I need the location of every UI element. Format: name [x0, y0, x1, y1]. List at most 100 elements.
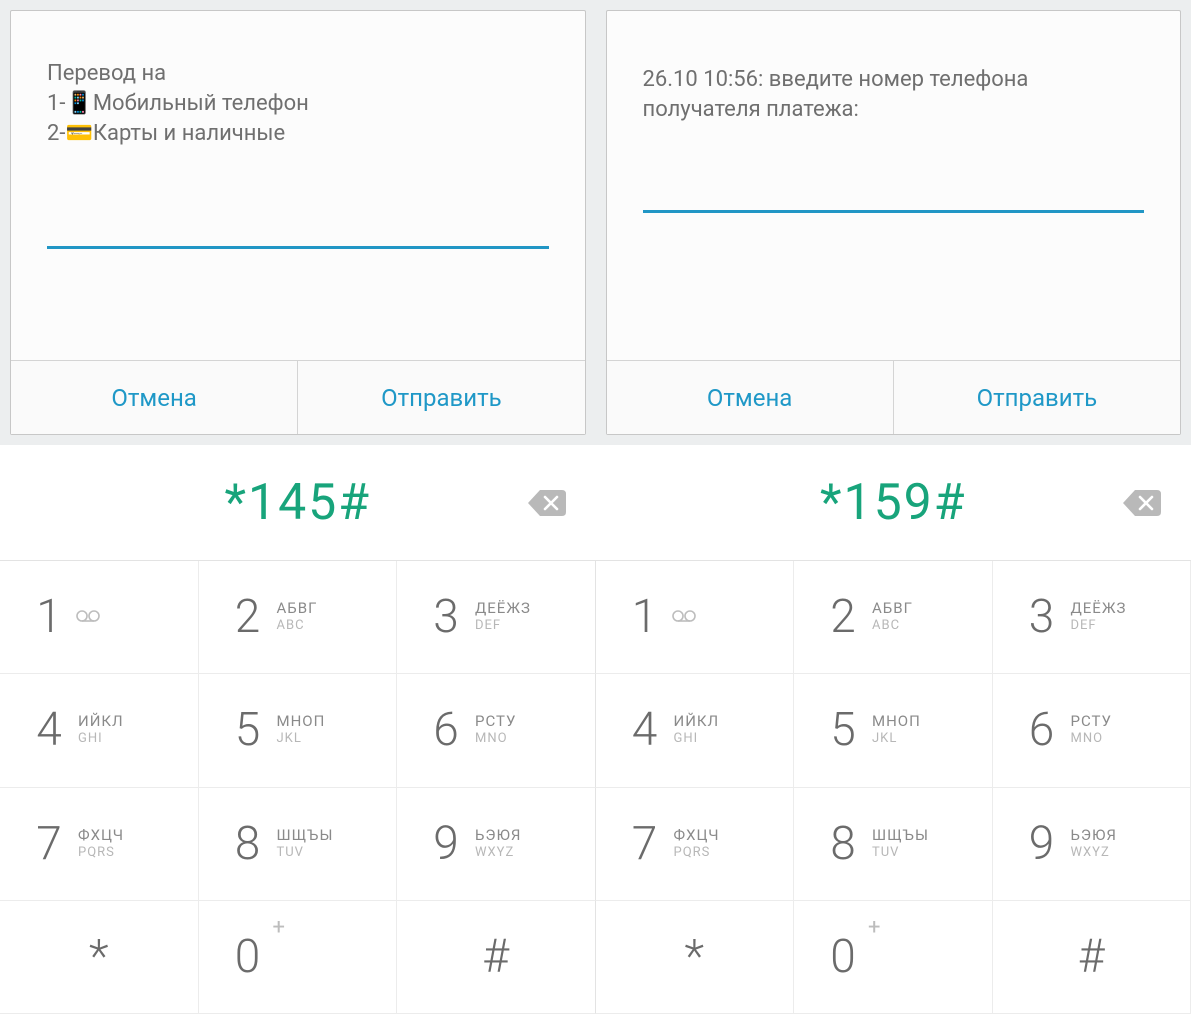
key-label-en: GHI	[674, 730, 720, 748]
keypad-key-*[interactable]: *	[596, 901, 795, 1014]
key-labels: МНОПJKL	[872, 712, 921, 748]
dialed-number: *159#	[820, 474, 967, 532]
ussd-line: получателя платежа:	[643, 95, 1145, 125]
keypad-key-5[interactable]: 5 МНОПJKL	[794, 674, 993, 787]
keypad-key-*[interactable]: *	[0, 901, 199, 1014]
keypad-key-9[interactable]: 9ЬЭЮЯWXYZ	[397, 788, 596, 901]
key-digit: *	[89, 930, 109, 984]
key-digit: 2	[824, 590, 862, 644]
key-plus: +	[868, 915, 880, 940]
key-digit: #	[482, 930, 509, 984]
key-label-en: ABC	[872, 617, 913, 635]
keypad-key-7[interactable]: 7ФХЦЧPQRS	[0, 788, 199, 901]
key-labels: МНОПJKL	[277, 712, 326, 748]
dialog-actions: Отмена Отправить	[607, 360, 1181, 434]
key-digit: *	[684, 930, 704, 984]
backspace-button[interactable]	[1123, 490, 1161, 516]
key-label-ru: ШЩЪЫ	[872, 826, 929, 844]
key-digit: 6	[427, 703, 465, 757]
ussd-message: Перевод на 1-📱Мобильный телефон 2-💳Карты…	[47, 59, 549, 149]
keypad-key-8[interactable]: 8 ШЩЪЫTUV	[794, 788, 993, 901]
cancel-button[interactable]: Отмена	[607, 361, 893, 434]
key-label-ru: РСТУ	[475, 712, 516, 730]
ussd-dialogs-row: Перевод на 1-📱Мобильный телефон 2-💳Карты…	[0, 0, 1191, 445]
key-labels: ФХЦЧPQRS	[674, 826, 720, 862]
key-labels: ИЙКЛGHI	[674, 712, 720, 748]
key-labels: ШЩЪЫTUV	[872, 826, 929, 862]
keypad-key-2[interactable]: 2 АБВГABC	[199, 561, 398, 674]
key-digit: 0	[824, 930, 862, 984]
key-digit: 5	[824, 703, 862, 757]
key-digit: 8	[824, 817, 862, 871]
key-label-en: JKL	[872, 730, 921, 748]
cancel-button[interactable]: Отмена	[11, 361, 297, 434]
keypad-key-0[interactable]: 0+	[199, 901, 398, 1014]
key-label-en: MNO	[475, 730, 516, 748]
key-label-ru: АБВГ	[277, 599, 318, 617]
keypad-key-6[interactable]: 6 РСТУMNO	[397, 674, 596, 787]
key-digit: 9	[1023, 817, 1061, 871]
key-labels: РСТУMNO	[1071, 712, 1112, 748]
key-labels: ШЩЪЫTUV	[277, 826, 334, 862]
voicemail-icon	[76, 608, 100, 627]
keypad-key-5[interactable]: 5 МНОПJKL	[199, 674, 398, 787]
keypad-key-1[interactable]: 1	[596, 561, 795, 674]
key-digit: 3	[1023, 590, 1061, 644]
key-label-en: ABC	[277, 617, 318, 635]
keypad-key-9[interactable]: 9 ЬЭЮЯWXYZ	[993, 788, 1191, 901]
key-digit: 5	[229, 703, 267, 757]
key-label-ru: ДЕЁЖЗ	[475, 599, 531, 617]
keypad-key-3[interactable]: 3 ДЕЁЖЗDEF	[993, 561, 1191, 674]
ussd-message: 26.10 10:56: введите номер телефона полу…	[643, 65, 1145, 125]
key-label-en: TUV	[872, 844, 929, 862]
keypad-key-1[interactable]: 1	[0, 561, 199, 674]
key-digit: 7	[30, 817, 68, 871]
key-labels: ДЕЁЖЗDEF	[1071, 599, 1127, 635]
ussd-line: Перевод на	[47, 59, 549, 89]
keypad-key-0[interactable]: 0+	[794, 901, 993, 1014]
key-label-ru: МНОП	[872, 712, 921, 730]
keypad-right: 12АБВГABC 3 ДЕЁЖЗDEF 4ИЙКЛGHI 5 МНОПJKL 6 РСТУM…	[596, 561, 1191, 1014]
key-label-ru: ИЙКЛ	[674, 712, 720, 730]
keypad-key-4[interactable]: 4ИЙКЛGHI	[0, 674, 199, 787]
ussd-dialog-right: 26.10 10:56: введите номер телефона полу…	[606, 10, 1182, 435]
dialog-actions: Отмена Отправить	[11, 360, 585, 434]
key-plus: +	[273, 915, 285, 940]
key-digit: 6	[1023, 703, 1061, 757]
keypad-key-6[interactable]: 6 РСТУMNO	[993, 674, 1191, 787]
dialog-body: 26.10 10:56: введите номер телефона полу…	[607, 11, 1181, 360]
key-digit: 1	[30, 590, 68, 644]
key-digit: 2	[229, 590, 267, 644]
ussd-line: 26.10 10:56: введите номер телефона	[643, 65, 1145, 95]
backspace-button[interactable]	[528, 490, 566, 516]
ussd-dialog-left-wrap: Перевод на 1-📱Мобильный телефон 2-💳Карты…	[0, 0, 596, 445]
key-digit: #	[1078, 930, 1105, 984]
keypad-key-2[interactable]: 2АБВГABC	[794, 561, 993, 674]
voicemail-icon	[672, 608, 696, 627]
ussd-input[interactable]	[643, 173, 1145, 213]
dialed-number: *145#	[224, 474, 371, 532]
ussd-line: 2-💳Карты и наличные	[47, 119, 549, 149]
key-label-ru: ЬЭЮЯ	[1071, 826, 1118, 844]
send-button[interactable]: Отправить	[893, 361, 1180, 434]
keypad-key-4[interactable]: 4ИЙКЛGHI	[596, 674, 795, 787]
key-label-en: DEF	[1071, 617, 1127, 635]
keypad-key-#[interactable]: #	[397, 901, 596, 1014]
key-label-ru: ШЩЪЫ	[277, 826, 334, 844]
key-digit: 9	[427, 817, 465, 871]
keypad-key-8[interactable]: 8ШЩЪЫTUV	[199, 788, 398, 901]
key-label-en: PQRS	[78, 844, 124, 862]
send-button[interactable]: Отправить	[297, 361, 584, 434]
key-label-ru: ДЕЁЖЗ	[1071, 599, 1127, 617]
keypad-key-3[interactable]: 3ДЕЁЖЗDEF	[397, 561, 596, 674]
keypad-key-7[interactable]: 7ФХЦЧPQRS	[596, 788, 795, 901]
key-label-en: PQRS	[674, 844, 720, 862]
backspace-icon	[1123, 490, 1161, 516]
ussd-input[interactable]	[47, 209, 549, 249]
key-label-en: WXYZ	[1071, 844, 1118, 862]
key-label-en: MNO	[1071, 730, 1112, 748]
key-label-ru: ФХЦЧ	[674, 826, 720, 844]
keypad-key-#[interactable]: #	[993, 901, 1191, 1014]
key-digit: 4	[30, 703, 68, 757]
key-label-en: GHI	[78, 730, 124, 748]
